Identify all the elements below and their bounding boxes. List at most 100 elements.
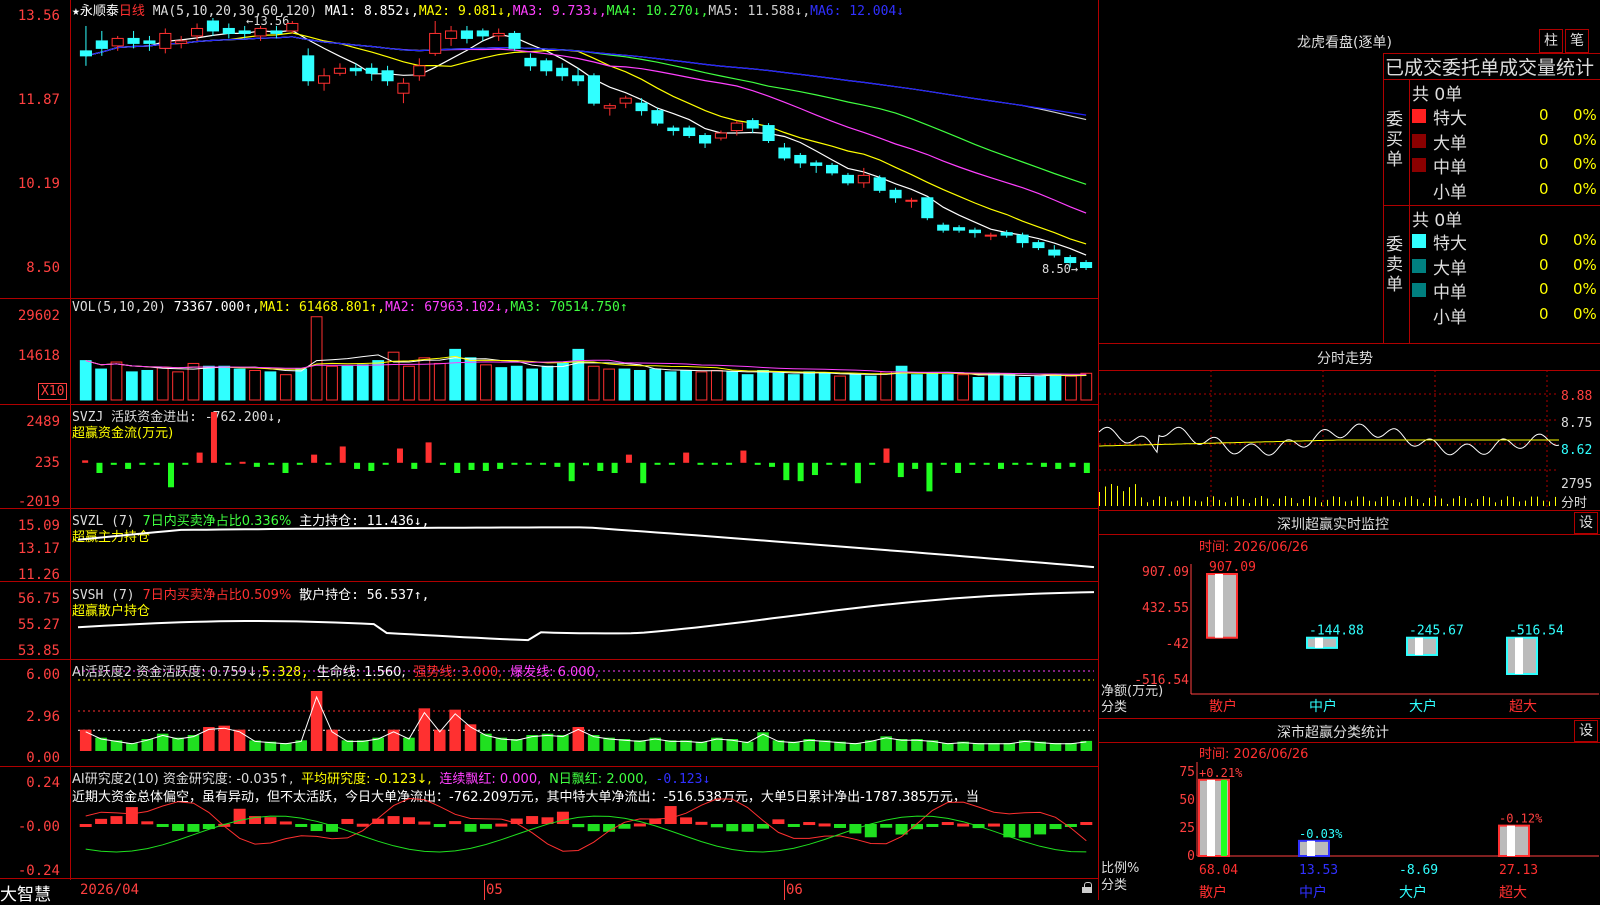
bar-mode-button[interactable]: 柱 — [1539, 29, 1563, 53]
svsh-chart[interactable] — [0, 581, 1100, 659]
stats-bar-value: 27.13 — [1499, 863, 1538, 878]
candle-body — [587, 75, 600, 104]
volume-bar — [834, 375, 846, 401]
intraday-volume-bar — [1459, 496, 1460, 506]
fund-flow-bar — [1055, 462, 1062, 469]
intraday-volume-bar — [1555, 496, 1556, 506]
buy-row-value: 0 — [1539, 179, 1549, 198]
svzl-chart[interactable] — [0, 508, 1100, 581]
fund-flow-bar — [697, 462, 704, 465]
intraday-volume-bar — [1321, 502, 1322, 506]
research-bar — [264, 817, 277, 824]
sell-orders-label: 委卖单 — [1386, 235, 1403, 295]
research-bar — [880, 824, 893, 828]
research-bar — [664, 806, 677, 824]
fund-flow-bar — [726, 462, 733, 465]
volume-bar — [741, 374, 754, 401]
candle-body — [651, 110, 664, 124]
buy-row-value: 0 — [1539, 155, 1549, 173]
intraday-volume-bar — [1387, 496, 1388, 506]
fund-flow-bar — [311, 454, 318, 463]
buy-row-percent: 0% — [1573, 106, 1597, 124]
volume-bar — [864, 375, 877, 401]
fund-flow-bar — [983, 462, 990, 465]
fund-flow-bar — [912, 462, 919, 469]
candle-body — [778, 147, 791, 159]
intraday-label: 分时 — [1561, 496, 1588, 511]
candle-body — [318, 75, 331, 84]
volume-bar — [1049, 374, 1062, 401]
volume-bar — [603, 368, 615, 401]
candle-body — [556, 67, 569, 77]
svzj-chart[interactable] — [0, 404, 1100, 508]
candle-body — [540, 60, 553, 72]
activity-bar — [541, 733, 554, 751]
intraday-title[interactable]: 分时走势 — [1317, 348, 1373, 368]
candle-body — [492, 32, 505, 37]
buy-row-percent: 0% — [1573, 130, 1597, 149]
intraday-volume-label: 2795 — [1561, 477, 1593, 492]
intraday-volume-bar — [1177, 500, 1178, 506]
intraday-volume-bar — [1363, 496, 1364, 506]
sell-row-label: 大单 — [1433, 258, 1467, 279]
volume-bar — [895, 365, 908, 401]
fund-flow-bar — [525, 462, 532, 465]
volume-bar — [249, 369, 261, 401]
stats-bar-chart[interactable]: +0.21% 68.04 散户 -0.03% 13.53 中户 -8.69 大户 -0.12% 2… — [1099, 742, 1600, 901]
research-bar — [757, 824, 770, 829]
candle-body — [762, 125, 775, 142]
monitor-settings-button[interactable]: 设 — [1574, 512, 1598, 534]
ma-line-6 — [85, 36, 1087, 116]
intraday-volume-bar — [1273, 503, 1274, 506]
fund-flow-bar — [1026, 462, 1033, 465]
tick-mode-button[interactable]: 笔 — [1565, 29, 1589, 53]
activity-bar — [449, 709, 461, 751]
volume-bar — [526, 368, 539, 401]
divider — [1099, 718, 1600, 719]
main-position-line — [77, 526, 1095, 569]
candle-body — [397, 82, 410, 94]
candle-body — [191, 27, 204, 37]
buy-color-swatch — [1412, 182, 1426, 197]
ai-research-chart[interactable] — [0, 766, 1100, 878]
volume-bar — [710, 369, 723, 401]
candle-body — [635, 102, 648, 112]
lock-icon[interactable] — [1082, 882, 1092, 893]
candle-body — [889, 189, 902, 199]
intraday-volume-bar — [1327, 499, 1328, 506]
volume-bar — [279, 374, 292, 401]
intraday-volume-bar — [1201, 501, 1202, 506]
volume-bar — [233, 368, 246, 401]
monitor-bar-chart[interactable]: 907.09 散户 -144.88 中户 -245.67 大户 -516.54 超大 — [1099, 534, 1600, 718]
fund-flow-bar — [1012, 462, 1019, 465]
intraday-chart[interactable] — [1098, 370, 1560, 510]
research-bar — [449, 821, 462, 825]
fund-flow-bar — [611, 462, 618, 473]
research-bar — [110, 816, 123, 824]
activity-bar — [172, 737, 184, 751]
ai-activity-chart[interactable] — [0, 659, 1100, 766]
chart-area[interactable]: ★永顺泰日线 MA(5,10,20,30,60,120) MA1: 8.852↓… — [0, 0, 1100, 905]
intraday-volume-bar — [1261, 496, 1262, 506]
volume-bar — [218, 365, 231, 401]
sell-color-swatch — [1412, 258, 1426, 273]
research-bar — [479, 824, 492, 829]
intraday-volume-bar — [1249, 503, 1250, 506]
intraday-volume-bar — [1159, 496, 1160, 506]
order-stats-title[interactable]: 已成交委托单成交量统计 — [1385, 53, 1594, 80]
fund-flow-bar — [826, 462, 833, 465]
stats-settings-button[interactable]: 设 — [1574, 720, 1598, 742]
buy-color-swatch — [1412, 158, 1426, 172]
divider — [1099, 343, 1600, 344]
candle-body — [921, 197, 934, 219]
stats-category-label: 散户 — [1199, 884, 1227, 901]
fund-flow-bar — [625, 454, 632, 463]
fund-flow-bar — [1069, 462, 1076, 467]
candlestick-chart[interactable] — [0, 0, 1100, 298]
fund-flow-bar — [153, 462, 160, 465]
research-bar — [125, 807, 138, 824]
intraday-volume-bar — [1483, 496, 1484, 506]
candle-body — [95, 40, 108, 49]
research-bar — [172, 824, 185, 831]
volume-chart[interactable] — [0, 298, 1100, 404]
